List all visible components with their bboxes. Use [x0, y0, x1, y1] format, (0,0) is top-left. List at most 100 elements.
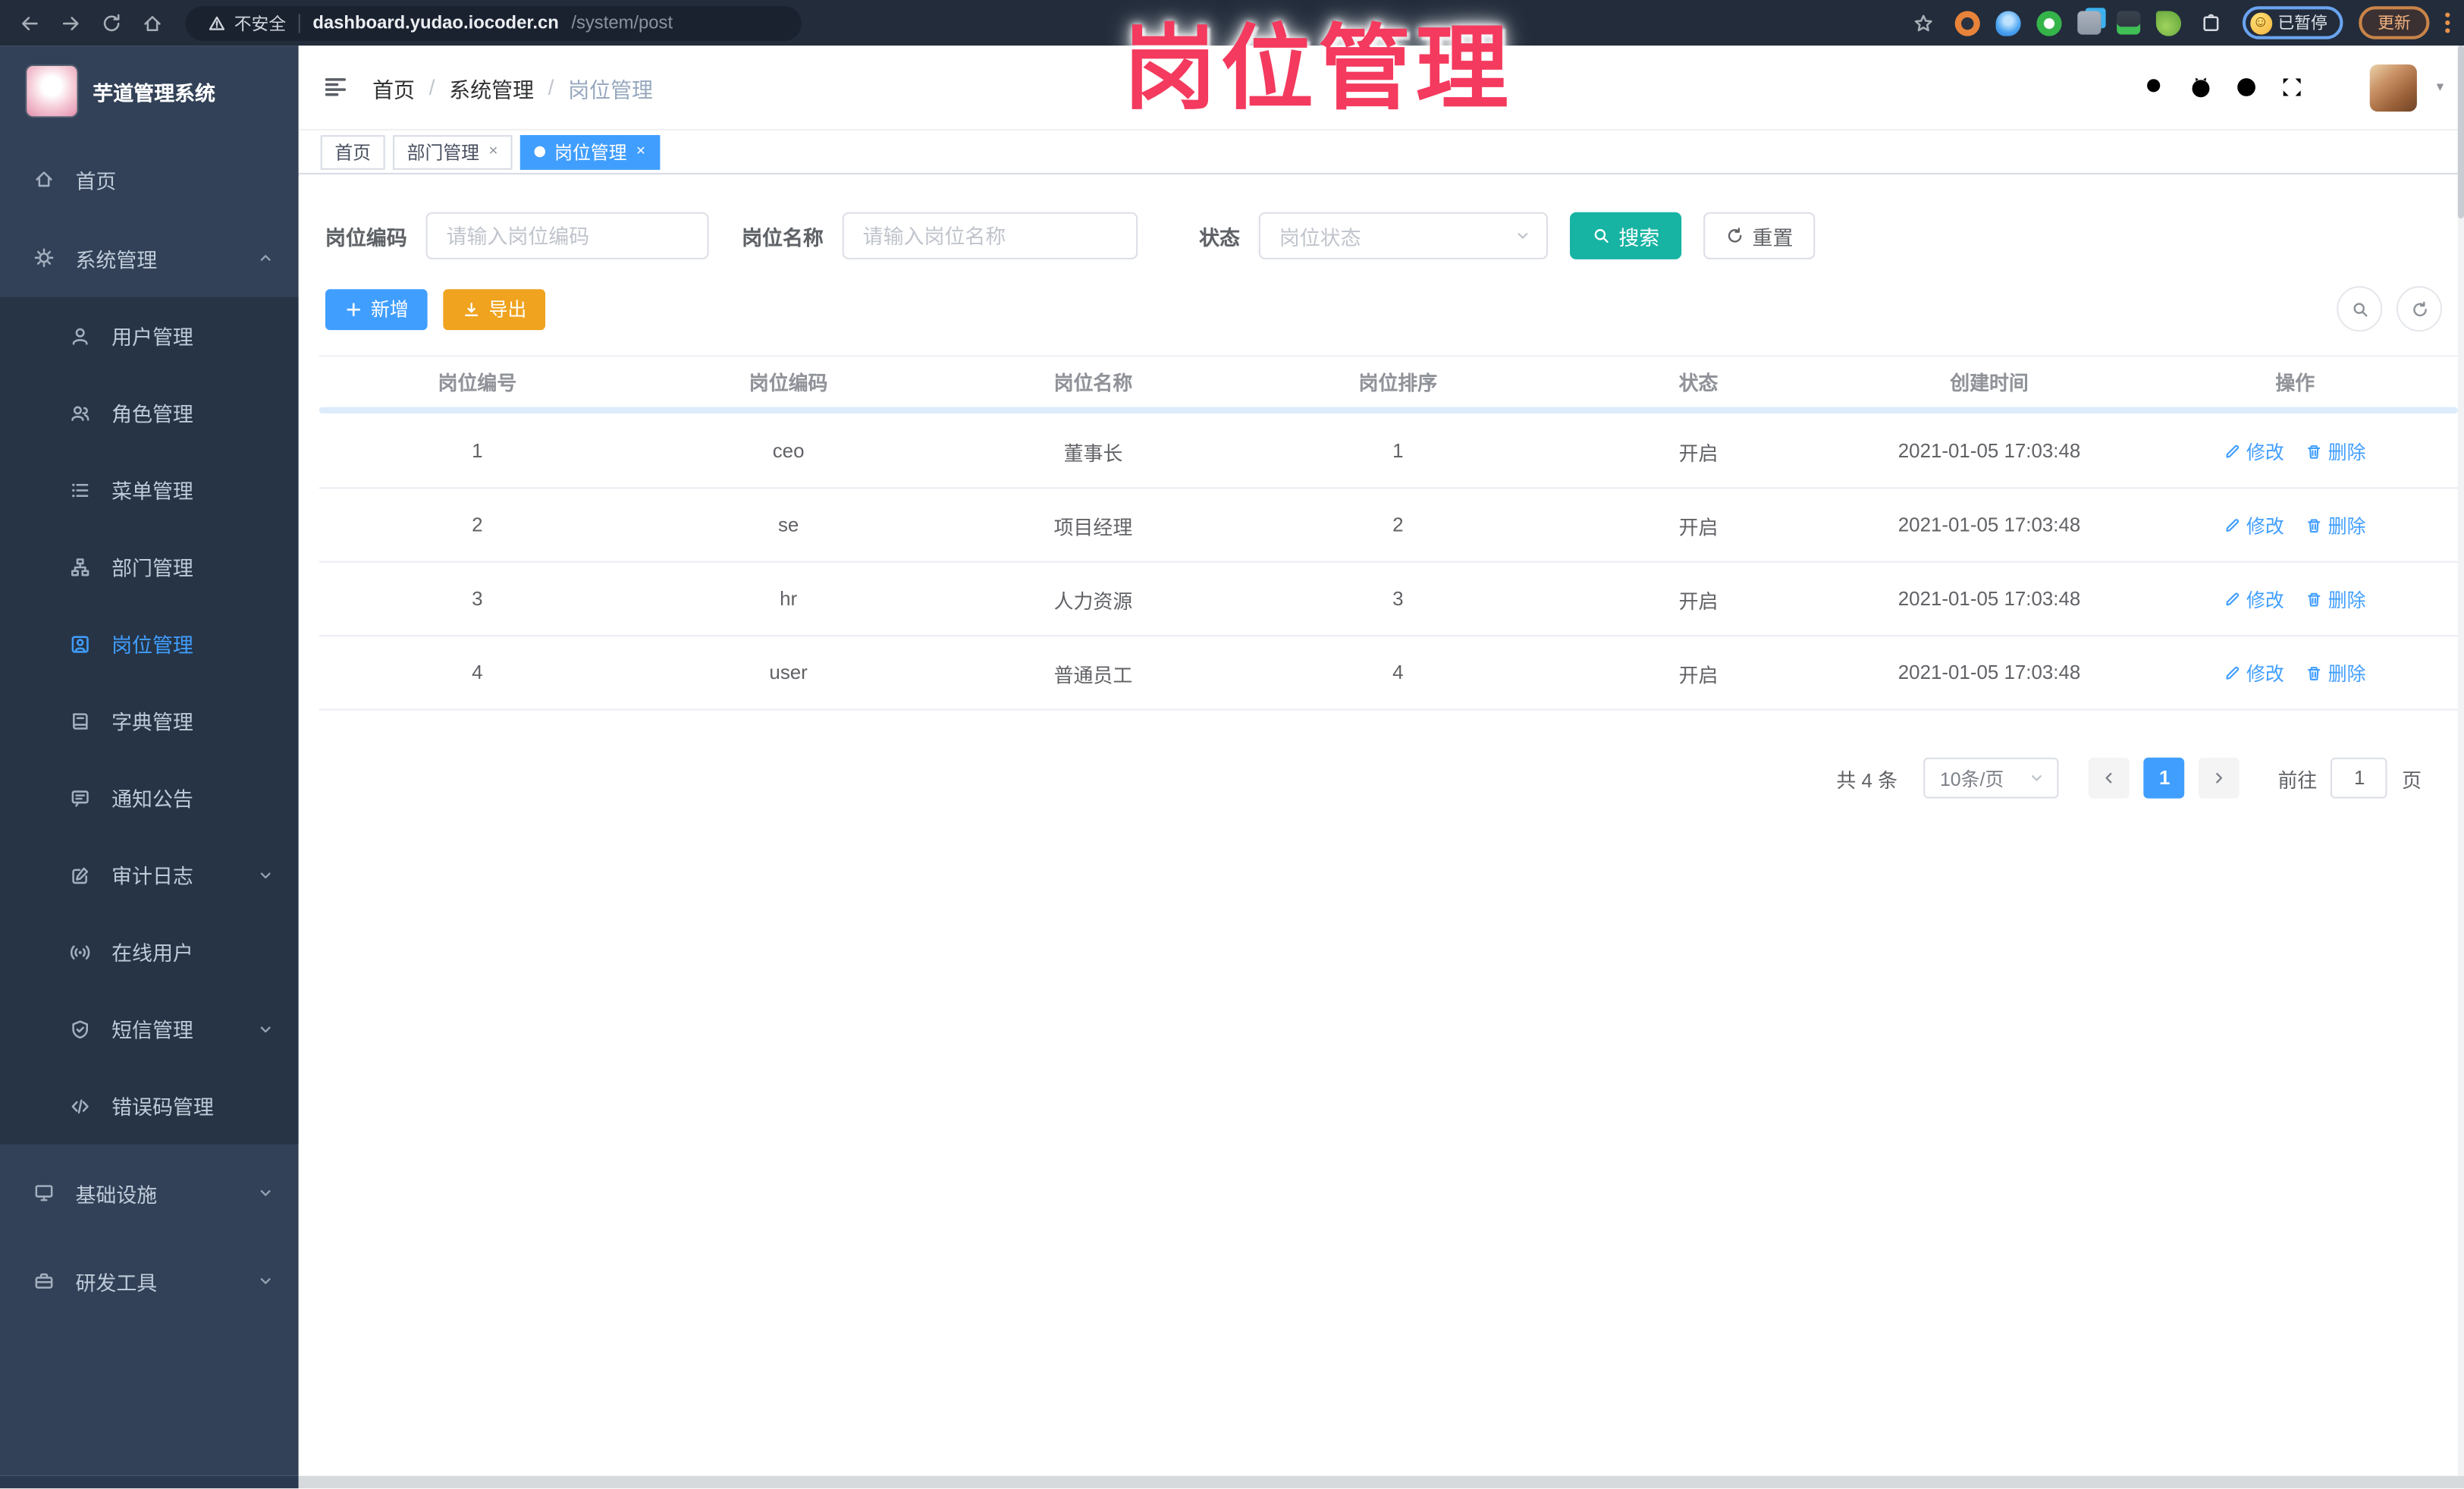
sidebar-item-sms[interactable]: 短信管理: [0, 990, 299, 1067]
extension-green-check-icon[interactable]: [2036, 10, 2061, 36]
list-icon: [69, 479, 91, 501]
prev-page-button[interactable]: [2089, 757, 2130, 799]
extension-gray-dot-icon[interactable]: [2076, 11, 2101, 35]
toggle-search-button[interactable]: [2337, 286, 2383, 332]
help-icon[interactable]: [2233, 74, 2260, 100]
breadcrumb-system[interactable]: 系统管理: [449, 71, 534, 102]
close-icon[interactable]: ×: [488, 143, 498, 161]
sidebar-item-infrastructure[interactable]: 基础设施: [0, 1154, 299, 1233]
window-bottom-edge-right: [298, 1475, 2464, 1489]
reset-button[interactable]: 重置: [1703, 212, 1816, 259]
sidebar-item-home[interactable]: 首页: [0, 140, 299, 218]
page-scrollbar[interactable]: [2457, 46, 2464, 1476]
cell-post-name: 普通员工: [1053, 664, 1133, 686]
sidebar-item-notice[interactable]: 通知公告: [0, 759, 299, 837]
address-bar[interactable]: 不安全 dashboard.yudao.iocoder.cn/system/po…: [185, 5, 802, 40]
delete-link[interactable]: 删除: [2306, 586, 2366, 612]
next-page-button[interactable]: [2199, 757, 2240, 799]
extension-orange-icon[interactable]: [1954, 10, 1979, 36]
posts-table: 岗位编号 岗位编码 岗位名称 岗位排序 状态 创建时间 操作 1 ceo 董事长…: [319, 355, 2458, 711]
search-icon: [1592, 226, 1611, 245]
browser-forward-button[interactable]: [55, 8, 85, 37]
url-path: /system/post: [571, 13, 673, 33]
sidebar-item-audit-log[interactable]: 审计日志: [0, 836, 299, 913]
post-name-input[interactable]: [842, 212, 1138, 259]
edit-link[interactable]: 修改: [2224, 438, 2284, 464]
close-icon[interactable]: ×: [636, 143, 645, 161]
trash-icon: [2306, 442, 2324, 460]
cell-created-at: 2021-01-05 17:03:48: [1897, 514, 2081, 536]
search-icon[interactable]: [2142, 74, 2169, 100]
export-button[interactable]: 导出: [443, 288, 546, 330]
tags-view-bar: 首页 部门管理 × 岗位管理 ×: [298, 130, 2464, 175]
tab-home[interactable]: 首页: [320, 134, 385, 169]
goto-page-input[interactable]: [2331, 757, 2388, 799]
sidebar-item-departments[interactable]: 部门管理: [0, 528, 299, 605]
status-select-placeholder: 岗位状态: [1279, 225, 1361, 250]
breadcrumb-home[interactable]: 首页: [372, 71, 415, 102]
extension-blue-pin-icon[interactable]: [1995, 10, 2020, 36]
sidebar-item-system[interactable]: 系统管理: [0, 218, 299, 297]
tab-posts[interactable]: 岗位管理 ×: [519, 134, 660, 169]
browser-menu-icon[interactable]: [2445, 12, 2450, 33]
browser-back-button[interactable]: [14, 8, 44, 37]
font-size-icon[interactable]: [2325, 74, 2352, 100]
browser-update-button[interactable]: 更新: [2359, 6, 2430, 39]
pencil-icon: [2224, 442, 2242, 460]
extensions-puzzle-icon[interactable]: [2196, 8, 2226, 37]
refresh-table-button[interactable]: [2396, 286, 2443, 332]
delete-link[interactable]: 删除: [2306, 438, 2366, 464]
sidebar-item-error-codes[interactable]: 错误码管理: [0, 1067, 299, 1145]
gear-icon: [33, 247, 55, 269]
sidebar-item-dev-tools[interactable]: 研发工具: [0, 1242, 299, 1321]
edit-link[interactable]: 修改: [2224, 511, 2284, 538]
fullscreen-icon[interactable]: [2280, 74, 2306, 100]
cell-created-at: 2021-01-05 17:03:48: [1897, 440, 2081, 463]
page-number-button[interactable]: 1: [2144, 757, 2186, 799]
browser-home-button[interactable]: [137, 8, 166, 37]
sidebar-item-dict[interactable]: 字典管理: [0, 682, 299, 759]
edit-link[interactable]: 修改: [2224, 659, 2284, 686]
user-icon: [69, 325, 91, 347]
code-icon: [69, 1095, 91, 1117]
search-button[interactable]: 搜索: [1570, 212, 1682, 259]
sidebar-item-online-users[interactable]: 在线用户: [0, 913, 299, 991]
plus-icon: [344, 300, 363, 319]
edit-link[interactable]: 修改: [2224, 586, 2284, 612]
status-label: 状态: [1199, 225, 1240, 250]
avatar-caret-icon[interactable]: ▾: [2437, 79, 2444, 96]
tab-departments[interactable]: 部门管理 ×: [393, 134, 513, 169]
scrollbar-thumb[interactable]: [2457, 46, 2464, 219]
delete-link[interactable]: 删除: [2306, 511, 2366, 538]
extension-leaf-icon[interactable]: [2155, 10, 2181, 36]
add-button[interactable]: 新增: [325, 288, 428, 330]
table-scroll-strip[interactable]: [319, 407, 2458, 413]
sidebar-item-roles[interactable]: 角色管理: [0, 374, 299, 451]
extension-gif-icon[interactable]: [2116, 11, 2140, 35]
user-avatar[interactable]: [2370, 63, 2418, 112]
pagination-total: 共 4 条: [1836, 769, 1897, 792]
sidebar-item-posts[interactable]: 岗位管理: [0, 605, 299, 683]
shield-icon: [69, 1018, 91, 1040]
sidebar-toggle-button[interactable]: [299, 74, 372, 100]
bookmark-star-icon[interactable]: [1909, 8, 1938, 37]
sidebar-item-label: 岗位管理: [111, 633, 193, 658]
cell-post-status: 开启: [1678, 590, 1719, 613]
post-code-input[interactable]: [425, 212, 709, 259]
table-toolbar: 新增 导出: [325, 286, 2443, 332]
search-icon: [2350, 300, 2369, 319]
browser-reload-button[interactable]: [96, 8, 125, 37]
delete-link[interactable]: 删除: [2306, 659, 2366, 686]
sidebar-submenu-system: 用户管理 角色管理 菜单管理 部门管理 岗位管理 字典管理 通知公告 审计日志 …: [0, 297, 299, 1145]
security-status[interactable]: 不安全: [208, 10, 286, 35]
page-size-select[interactable]: 10条/页: [1924, 757, 2060, 799]
sidebar-item-users[interactable]: 用户管理: [0, 297, 299, 375]
app-brand[interactable]: 芋道管理系统: [0, 46, 299, 118]
table-row: 4 user 普通员工 4 开启 2021-01-05 17:03:48 修改 …: [319, 636, 2458, 711]
sidebar-item-menus[interactable]: 菜单管理: [0, 451, 299, 529]
status-select[interactable]: 岗位状态: [1258, 212, 1549, 259]
warning-icon: [208, 14, 227, 33]
github-icon[interactable]: [2188, 74, 2214, 100]
extension-paused-badge[interactable]: ☺ 已暂停: [2241, 6, 2343, 39]
chevron-right-icon: [2210, 768, 2229, 787]
